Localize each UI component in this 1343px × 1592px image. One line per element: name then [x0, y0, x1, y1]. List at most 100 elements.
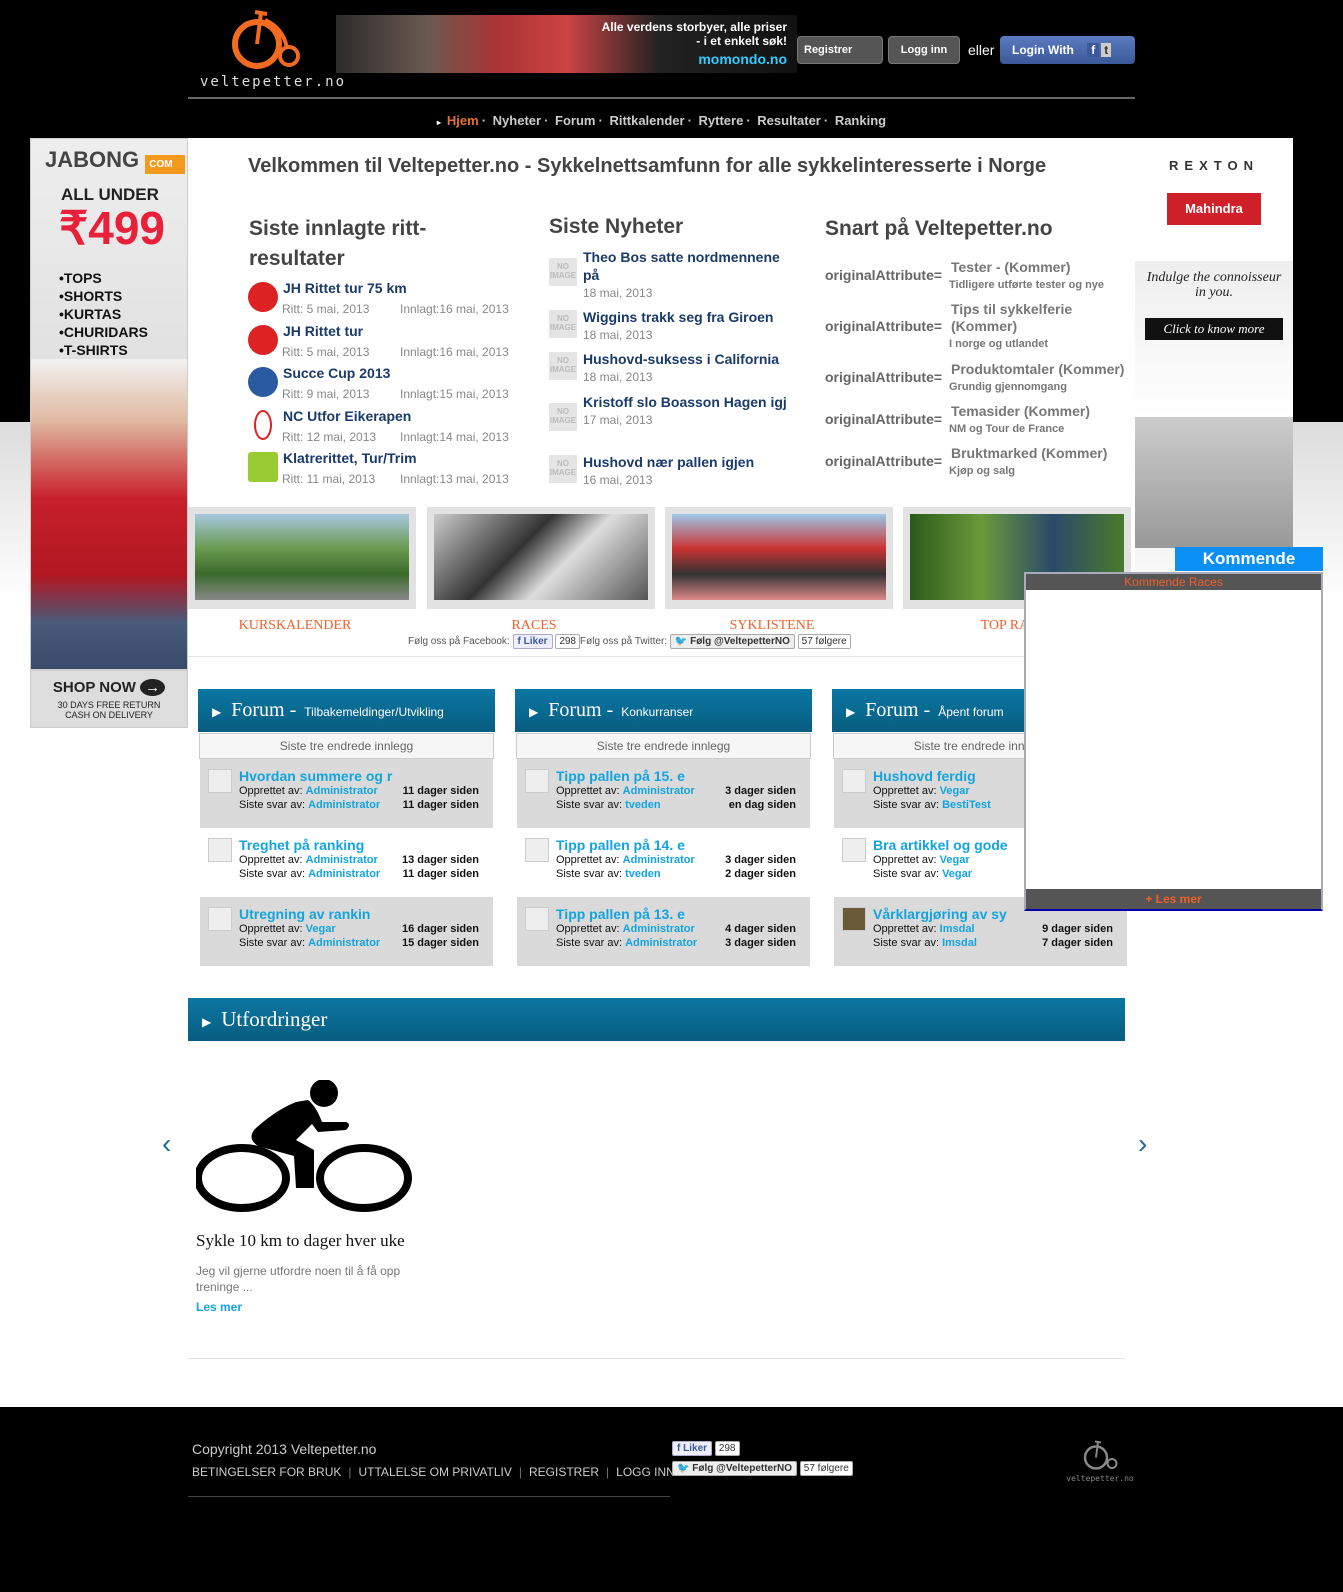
- added-date: Innlagt:16 mai, 2013: [400, 344, 509, 359]
- news-title[interactable]: Wiggins trakk seg fra Giroen: [583, 308, 799, 326]
- ad-item: •SHORTS: [59, 288, 123, 304]
- forum-header[interactable]: ▶ Forum - Tilbakemeldinger/Utvikling: [198, 689, 495, 732]
- user-link[interactable]: tveden: [625, 868, 660, 880]
- tile-label[interactable]: SYKLISTENE: [658, 618, 886, 634]
- result-item[interactable]: NC Utfor Eikerapen Ritt: 12 mai, 2013 Innl…: [248, 408, 528, 450]
- forum-header[interactable]: ▶ Forum - Konkurranser: [515, 689, 812, 732]
- nav-hjem[interactable]: Hjem: [447, 113, 479, 128]
- result-title[interactable]: JH Rittet tur: [283, 323, 363, 339]
- result-item[interactable]: JH Rittet tur Ritt: 5 mai, 2013 Innlagt:16…: [248, 323, 528, 365]
- avatar: [208, 838, 232, 862]
- news-title[interactable]: Kristoff slo Boasson Hagen igj: [583, 393, 799, 411]
- footer-link-privacy[interactable]: UTTALELSE OM PRIVATLIV: [359, 1465, 512, 1479]
- coming-title: Tester - (Kommer): [951, 259, 1071, 275]
- result-item[interactable]: Klatrerittet, Tur/Trim Ritt: 11 mai, 2013…: [248, 450, 528, 492]
- user-link[interactable]: Administrator: [623, 854, 695, 866]
- result-title[interactable]: NC Utfor Eikerapen: [283, 408, 411, 424]
- created-label: Opprettet av:: [873, 854, 940, 866]
- created-by: Opprettet av: Administrator: [556, 923, 695, 935]
- result-item[interactable]: JH Rittet tur 75 km Ritt: 5 mai, 2013 Innl…: [248, 280, 528, 322]
- tile-syklistene[interactable]: [665, 507, 893, 609]
- carousel-next-button[interactable]: ›: [1138, 1128, 1147, 1160]
- news-title[interactable]: Hushovd-suksess i California: [583, 350, 799, 368]
- tile-races[interactable]: [427, 507, 655, 609]
- facebook-like-button[interactable]: f Liker: [512, 634, 553, 649]
- ad-cta-button[interactable]: Click to know more: [1145, 318, 1283, 340]
- user-link[interactable]: Administrator: [623, 785, 695, 797]
- user-link[interactable]: Imsdal: [940, 923, 975, 935]
- carousel-prev-button[interactable]: ‹: [162, 1128, 171, 1160]
- user-link[interactable]: Vegar: [942, 868, 972, 880]
- popup-read-more-link[interactable]: + Les mer: [1026, 889, 1321, 909]
- user-link[interactable]: Administrator: [308, 868, 380, 880]
- twitter-follow-button[interactable]: 🐦 Følg @VeltepetterNO: [672, 1461, 797, 1476]
- tile-label[interactable]: RACES: [420, 618, 648, 634]
- twitter-follow-button[interactable]: 🐦 Følg @VeltepetterNO: [669, 634, 795, 649]
- user-link[interactable]: Vegar: [940, 785, 970, 797]
- challenge-title[interactable]: Sykle 10 km to dager hver uke: [196, 1231, 426, 1251]
- facebook-like-button[interactable]: f Liker: [672, 1441, 713, 1456]
- user-link[interactable]: Imsdal: [942, 937, 977, 949]
- news-title[interactable]: Hushovd nær pallen igjen: [583, 453, 799, 471]
- challenge-card[interactable]: Sykle 10 km to dager hver uke Jeg vil gj…: [194, 1079, 426, 1314]
- nav-ryttere[interactable]: Ryttere: [699, 113, 744, 128]
- post-title[interactable]: Bra artikkel og gode: [873, 837, 1008, 853]
- ad-com: COM: [145, 155, 185, 174]
- post-title[interactable]: Utregning av rankin: [239, 906, 370, 922]
- jabong-ad[interactable]: JABONG COM ALL UNDER ₹499 •TOPS •SHORTS •K…: [30, 138, 188, 728]
- login-with-social-button[interactable]: Login With ft: [1000, 36, 1135, 64]
- nav-rittkalender[interactable]: Rittkalender: [609, 113, 684, 128]
- footer-link-register[interactable]: REGISTRER: [529, 1465, 599, 1479]
- post-title[interactable]: Hvordan summere og r: [239, 768, 392, 784]
- avatar: [208, 907, 232, 931]
- nav-nyheter[interactable]: Nyheter: [493, 113, 541, 128]
- nav-forum[interactable]: Forum: [555, 113, 595, 128]
- news-date: 18 mai, 2013: [583, 370, 653, 384]
- forum-post: Tipp pallen på 14. e Opprettet av: Admini…: [517, 828, 810, 897]
- post-title[interactable]: Tipp pallen på 13. e: [556, 906, 685, 922]
- triangle-right-icon: ▶: [846, 705, 856, 719]
- login-button[interactable]: Logg inn: [888, 36, 960, 64]
- tile-kurskalender[interactable]: [188, 507, 416, 609]
- register-button[interactable]: Registrer: [797, 36, 883, 64]
- news-item[interactable]: NO IMAGE Hushovd nær pallen igjen 16 mai, …: [549, 453, 799, 487]
- tile-label[interactable]: KURSKALENDER: [181, 618, 409, 634]
- news-item[interactable]: NO IMAGE Kristoff slo Boasson Hagen igj 17…: [549, 393, 799, 431]
- user-link[interactable]: Administrator: [306, 854, 378, 866]
- post-title[interactable]: Treghet på ranking: [239, 837, 364, 853]
- user-link[interactable]: tveden: [625, 799, 660, 811]
- upcoming-tab[interactable]: Kommende: [1175, 547, 1323, 571]
- post-title[interactable]: Vårklargjøring av sy: [873, 906, 1007, 922]
- footer-logo[interactable]: veltepetter.no: [1064, 1438, 1136, 1483]
- nav-resultater[interactable]: Resultater: [757, 113, 821, 128]
- result-title[interactable]: JH Rittet tur 75 km: [283, 280, 407, 296]
- post-title[interactable]: Tipp pallen på 14. e: [556, 837, 685, 853]
- post-title[interactable]: Hushovd ferdig: [873, 768, 976, 784]
- news-item[interactable]: NO IMAGE Wiggins trakk seg fra Giroen 18 m…: [549, 308, 799, 342]
- user-link[interactable]: Administrator: [623, 923, 695, 935]
- shop-now-button[interactable]: SHOP NOW →: [31, 679, 187, 696]
- user-link[interactable]: BestiTest: [942, 799, 991, 811]
- post-title[interactable]: Tipp pallen på 15. e: [556, 768, 685, 784]
- user-link[interactable]: Administrator: [625, 937, 697, 949]
- user-link[interactable]: Administrator: [306, 785, 378, 797]
- read-more-link[interactable]: Les mer: [196, 1300, 426, 1314]
- news-title[interactable]: Theo Bos satte nordmennene på: [583, 248, 799, 284]
- user-link[interactable]: Vegar: [306, 923, 336, 935]
- news-item[interactable]: NO IMAGE Theo Bos satte nordmennene på 18 …: [549, 248, 799, 300]
- momondo-ad-banner[interactable]: Alle verdens storbyer, alle priser - i e…: [336, 15, 797, 73]
- user-link[interactable]: Vegar: [940, 854, 970, 866]
- result-title[interactable]: Succe Cup 2013: [283, 365, 390, 381]
- footer-link-login[interactable]: LOGG INN: [616, 1465, 675, 1479]
- user-link[interactable]: Administrator: [308, 799, 380, 811]
- user-link[interactable]: Administrator: [308, 937, 380, 949]
- created-label: Opprettet av:: [556, 923, 623, 935]
- footer-link-terms[interactable]: BETINGELSER FOR BRUK: [192, 1465, 341, 1479]
- result-item[interactable]: Succe Cup 2013 Ritt: 9 mai, 2013 Innlagt:1…: [248, 365, 528, 407]
- like-count: 298: [714, 1441, 740, 1456]
- mahindra-ad[interactable]: REXTON Mahindra Indulge the connoisseur …: [1135, 138, 1293, 548]
- news-item[interactable]: NO IMAGE Hushovd-suksess i California 18 m…: [549, 350, 799, 384]
- site-logo[interactable]: veltepetter.no: [200, 8, 344, 92]
- nav-ranking[interactable]: Ranking: [835, 113, 886, 128]
- result-title[interactable]: Klatrerittet, Tur/Trim: [283, 450, 417, 466]
